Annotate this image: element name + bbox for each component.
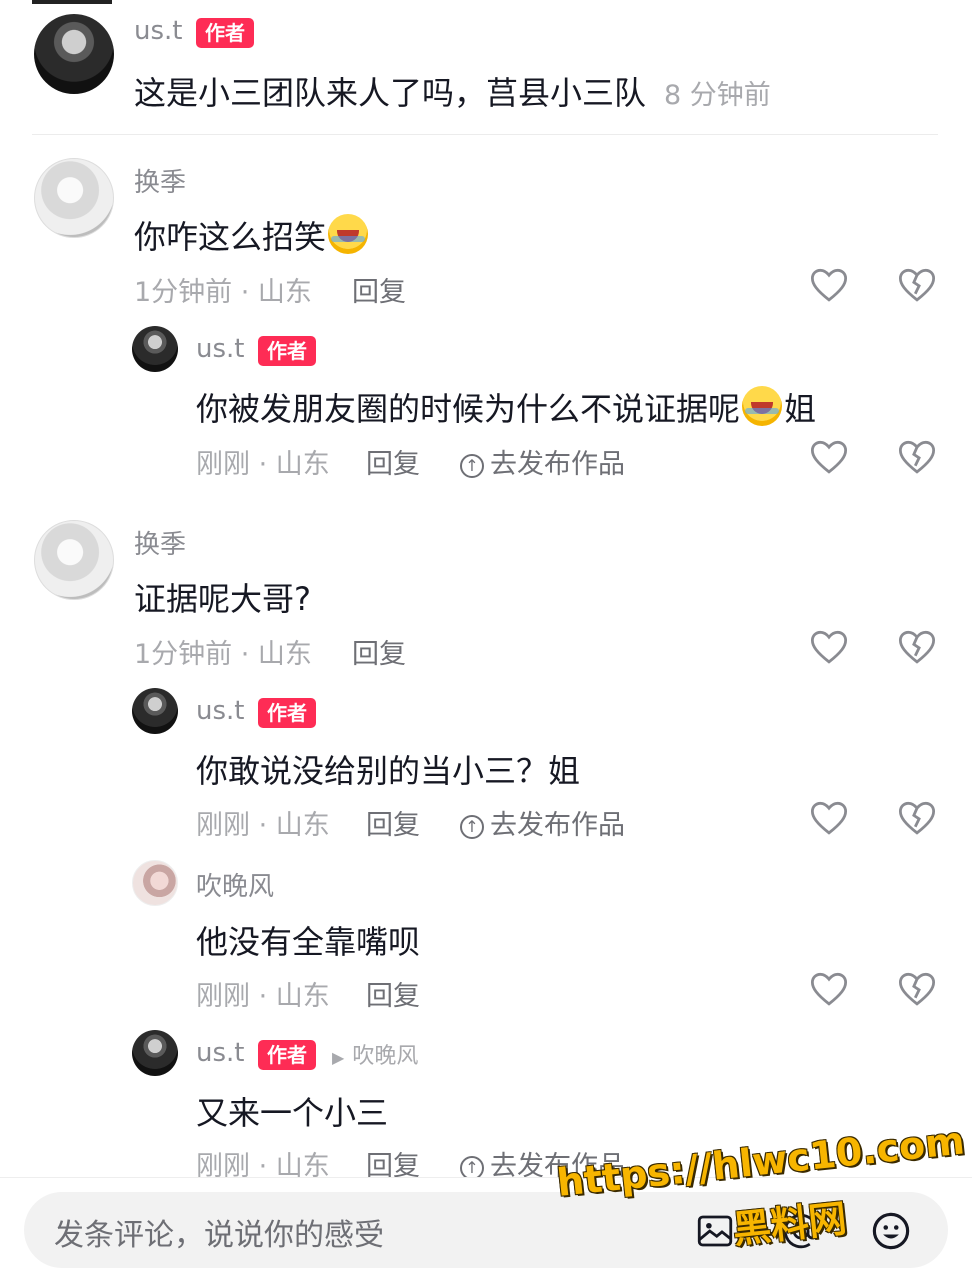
- comment-meta: 1分钟前 · 山东: [134, 639, 312, 670]
- upload-icon: ↑: [460, 815, 484, 839]
- dislike-broken-heart-icon[interactable]: [896, 626, 938, 668]
- username[interactable]: us.t: [134, 16, 182, 46]
- avatar[interactable]: [132, 688, 178, 734]
- author-badge: 作者: [258, 698, 316, 728]
- reply-button[interactable]: 回复: [366, 803, 420, 842]
- comment-text: 你咋这么招笑: [134, 212, 370, 258]
- comment-text: 这是小三团队来人了吗，莒县小三队 8 分钟前: [134, 74, 771, 112]
- avatar[interactable]: [132, 1030, 178, 1076]
- upload-icon: ↑: [460, 454, 484, 478]
- avatar[interactable]: [132, 326, 178, 372]
- avatar[interactable]: [34, 158, 114, 238]
- crying-emoji-icon: [742, 386, 783, 426]
- username[interactable]: 吹晚风: [196, 866, 274, 903]
- like-heart-icon[interactable]: [808, 797, 850, 839]
- like-heart-icon[interactable]: [808, 626, 850, 668]
- dislike-broken-heart-icon[interactable]: [896, 968, 938, 1010]
- like-heart-icon[interactable]: [808, 968, 850, 1010]
- author-badge: 作者: [196, 18, 254, 48]
- comment-text: 他没有全靠嘴呗: [196, 923, 421, 961]
- comment-text: 你被发朋友圈的时候为什么不说证据呢姐: [196, 384, 816, 430]
- username[interactable]: us.t: [196, 1038, 244, 1068]
- author-badge: 作者: [258, 1040, 316, 1070]
- username[interactable]: us.t: [196, 696, 244, 726]
- input-placeholder: 发条评论，说说你的感受: [54, 1218, 384, 1253]
- watermark-url: https://hlwc10.com: [554, 1118, 967, 1205]
- reply-button[interactable]: 回复: [366, 974, 420, 1013]
- reply-button[interactable]: 回复: [352, 632, 406, 671]
- author-badge: 作者: [258, 336, 316, 366]
- comment-text: 又来一个小三: [196, 1094, 389, 1132]
- top-edge-bar: [32, 0, 112, 4]
- comment-text: 证据呢大哥?: [134, 580, 311, 618]
- avatar[interactable]: [34, 14, 114, 94]
- publish-work-button[interactable]: ↑ 去发布作品: [460, 803, 625, 842]
- username[interactable]: 换季: [134, 524, 186, 561]
- comment-meta: 1分钟前 · 山东: [134, 277, 312, 308]
- watermark-label: 黑料网: [730, 1196, 849, 1252]
- publish-work-button[interactable]: ↑ 去发布作品: [460, 442, 625, 481]
- avatar[interactable]: [34, 520, 114, 600]
- reply-button[interactable]: 回复: [366, 442, 420, 481]
- like-heart-icon[interactable]: [808, 264, 850, 306]
- reply-button[interactable]: 回复: [352, 270, 406, 309]
- comment-meta: 刚刚 · 山东: [196, 981, 330, 1012]
- comment-time: 8 分钟前: [664, 80, 771, 111]
- play-triangle-icon: ▶: [332, 1048, 345, 1067]
- divider: [32, 134, 938, 135]
- dislike-broken-heart-icon[interactable]: [896, 797, 938, 839]
- comment-meta: 刚刚 · 山东: [196, 810, 330, 841]
- crying-laughing-emoji-icon: [328, 214, 369, 254]
- like-heart-icon[interactable]: [808, 436, 850, 478]
- username[interactable]: us.t: [196, 334, 244, 364]
- avatar[interactable]: [132, 860, 178, 906]
- reply-to[interactable]: ▶ 吹晚风: [332, 1038, 418, 1070]
- comment-meta: 刚刚 · 山东: [196, 449, 330, 480]
- dislike-broken-heart-icon[interactable]: [896, 264, 938, 306]
- username[interactable]: 换季: [134, 162, 186, 199]
- comment-text: 你敢说没给别的当小三？姐: [196, 752, 581, 790]
- dislike-broken-heart-icon[interactable]: [896, 436, 938, 478]
